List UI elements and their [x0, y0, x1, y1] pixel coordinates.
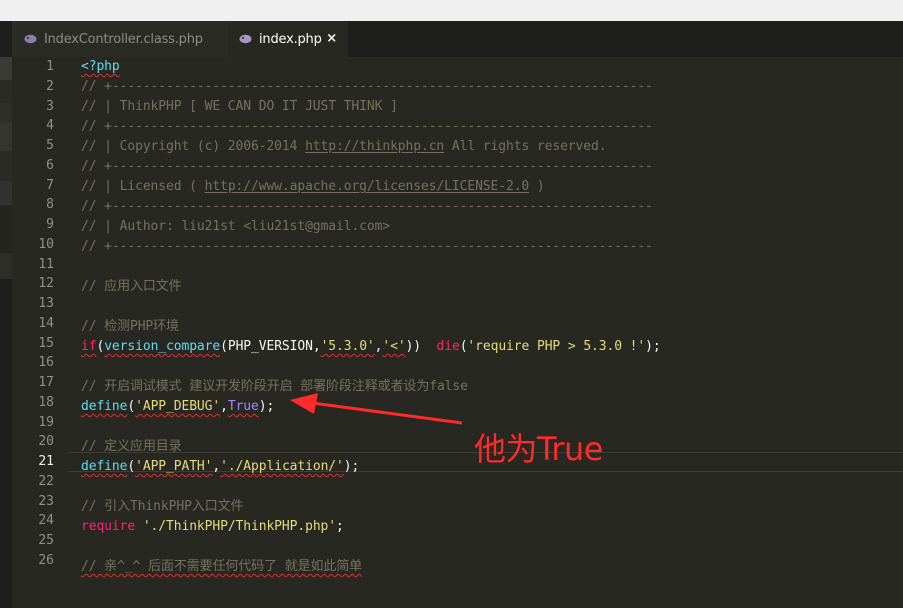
arrow-shaft [304, 400, 463, 425]
annotation-text: 他为True [474, 430, 603, 468]
annotation-arrow [290, 393, 463, 425]
arrow-head [290, 393, 318, 414]
